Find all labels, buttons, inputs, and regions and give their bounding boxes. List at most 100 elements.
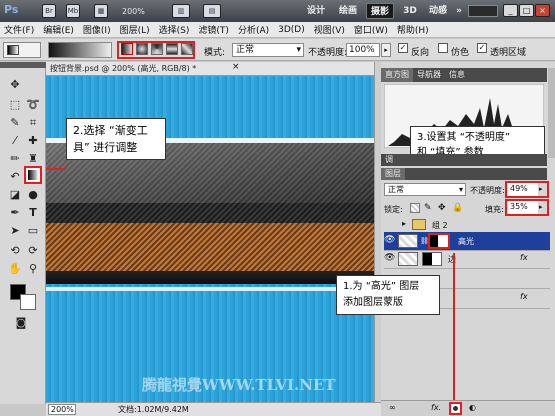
reverse-checkbox[interactable]: ✓ [398,43,408,53]
layer-fx-badge[interactable]: fx [520,253,528,262]
document-size-info[interactable]: 文档:1.02M/9.42M [118,404,189,415]
background-color-swatch[interactable] [20,294,36,310]
menu-3d[interactable]: 3D(D) [278,25,305,35]
gradient-tool-button[interactable] [24,166,42,184]
quick-select-tool-icon[interactable]: ✎ [8,116,22,130]
lock-all-icon[interactable]: 🔒 [452,203,463,213]
healing-brush-icon[interactable]: ✚ [26,134,40,148]
dodge-tool-icon[interactable]: ● [26,188,40,202]
minimize-button[interactable]: _ [503,4,518,17]
close-button[interactable]: × [535,4,550,17]
visibility-eye-icon[interactable] [384,218,398,232]
menu-layer[interactable]: 图层(L) [120,23,150,36]
fill-arrow-icon[interactable]: ▸ [539,201,547,214]
menu-view[interactable]: 视图(V) [314,23,345,36]
zoom-tool-icon[interactable]: ⚲ [26,262,40,276]
eyedropper-tool-icon[interactable]: ⁄ [8,134,22,148]
angle-gradient-icon[interactable] [151,43,163,55]
layer-mask-thumbnail[interactable] [428,233,450,249]
menu-image[interactable]: 图像(I) [83,23,111,36]
lock-transparency-icon[interactable] [410,203,420,213]
lasso-tool-icon[interactable]: ➰ [26,98,40,112]
layer-row-highlight[interactable]: 👁 ⛓ 高光 [384,232,550,251]
document-tab[interactable]: 按钮背景.psd @ 200% (高光, RGB/8) * × [46,62,376,76]
workspace-design[interactable]: 设计 [304,3,328,19]
radial-gradient-icon[interactable] [136,43,148,55]
hand-tool-icon[interactable]: ✋ [8,262,22,276]
tab-info[interactable]: 信息 [445,68,469,82]
path-select-tool-icon[interactable]: ➤ [8,224,22,238]
screen-mode-icon[interactable]: ▤ [203,4,221,18]
opacity-arrow-icon[interactable]: ▸ [381,43,391,57]
diamond-gradient-icon[interactable] [181,43,193,55]
menu-help[interactable]: 帮助(H) [397,23,429,36]
tab-histogram[interactable]: 直方图 [381,68,413,82]
close-tab-icon[interactable]: × [232,62,240,72]
blend-mode-select[interactable]: 正常 ▾ [384,183,466,196]
3d-orbit-tool-icon[interactable]: ⟳ [26,244,40,258]
tab-layers[interactable]: 图层 [381,168,405,180]
pen-tool-icon[interactable]: ✒ [8,206,22,220]
bridge-icon[interactable]: Br [42,4,56,18]
move-tool-icon[interactable]: ✥ [8,78,22,92]
adjustment-layer-icon[interactable]: ◐ [469,403,476,412]
vertical-scrollbar[interactable] [374,62,381,404]
tab-adjustments[interactable]: 调 [381,154,397,166]
menu-edit[interactable]: 编辑(E) [43,23,74,36]
shape-tool-icon[interactable]: ▭ [26,224,40,238]
linear-gradient-icon[interactable] [121,43,133,55]
reflected-gradient-icon[interactable] [166,43,178,55]
clone-stamp-icon[interactable]: ♜ [26,152,40,166]
workspace-photography[interactable]: 摄影 [366,3,394,19]
cs-live-button[interactable] [468,5,498,17]
workspace-motion[interactable]: 动感 [426,3,450,19]
marquee-tool-icon[interactable]: ⬚ [8,98,22,112]
type-tool-icon[interactable]: T [26,206,40,220]
add-layer-mask-button[interactable] [449,402,462,415]
tool-preset-picker[interactable] [3,42,41,58]
menu-file[interactable]: 文件(F) [4,23,34,36]
expand-arrow-icon[interactable]: ▸ [402,219,406,228]
quick-mask-icon[interactable]: ◙ [14,316,28,330]
menu-filter[interactable]: 滤镜(T) [198,23,229,36]
view-extras-icon[interactable]: ▦ [94,4,108,18]
eraser-tool-icon[interactable]: ◪ [8,188,22,202]
workspace-painting[interactable]: 绘画 [336,3,360,19]
layer-opacity-arrow-icon[interactable]: ▸ [539,183,547,196]
link-layers-icon[interactable]: ∞ [389,403,396,412]
layer-opacity-input[interactable]: 49% [508,183,538,196]
lock-pixels-icon[interactable]: ✎ [424,203,434,213]
brush-tool-icon[interactable]: ✏ [8,152,22,166]
mini-bridge-icon[interactable]: Mb [66,4,80,18]
workspace-3d[interactable]: 3D [401,3,419,19]
layer-fx-badge-2[interactable]: fx [520,292,528,301]
visibility-eye-icon[interactable]: 👁 [384,235,395,245]
history-brush-icon[interactable]: ↶ [8,170,22,184]
panel-collapse-strip[interactable] [548,68,555,158]
tab-navigator[interactable]: 导航器 [413,68,445,82]
gradient-picker[interactable] [48,42,112,58]
3d-rotate-tool-icon[interactable]: ⟲ [8,244,22,258]
menu-window[interactable]: 窗口(W) [354,23,388,36]
dither-checkbox[interactable] [438,43,448,53]
lock-position-icon[interactable]: ✥ [438,203,448,213]
document-canvas[interactable]: 2.选择 “渐变工 具” 进行调整 腾龍視覺WWW.TLVI.NET [46,76,374,402]
watermark: 腾龍視覺WWW.TLVI.NET [142,376,336,394]
menu-select[interactable]: 选择(S) [159,23,190,36]
zoom-status-input[interactable]: 200% [48,404,76,415]
crop-tool-icon[interactable]: ⌗ [26,116,40,130]
layer-row-edge[interactable]: 👁 边 fx [384,250,550,269]
menu-analysis[interactable]: 分析(A) [238,23,269,36]
status-bar: 200% 文档:1.02M/9.42M [46,402,381,416]
restore-button[interactable]: □ [519,4,534,17]
add-style-icon[interactable]: fx. [431,403,441,412]
folder-icon [412,219,426,230]
workspace-overflow[interactable]: » [454,3,464,19]
mode-select[interactable]: 正常 ▾ [232,43,304,57]
transparency-checkbox[interactable]: ✓ [477,43,487,53]
fill-input[interactable]: 35% [508,201,538,214]
opacity-input[interactable]: 100% [346,43,380,57]
zoom-level-combo[interactable]: 200% [122,5,164,18]
arrange-documents-icon[interactable]: ▥ [172,4,190,18]
visibility-eye-icon[interactable]: 👁 [384,253,395,263]
